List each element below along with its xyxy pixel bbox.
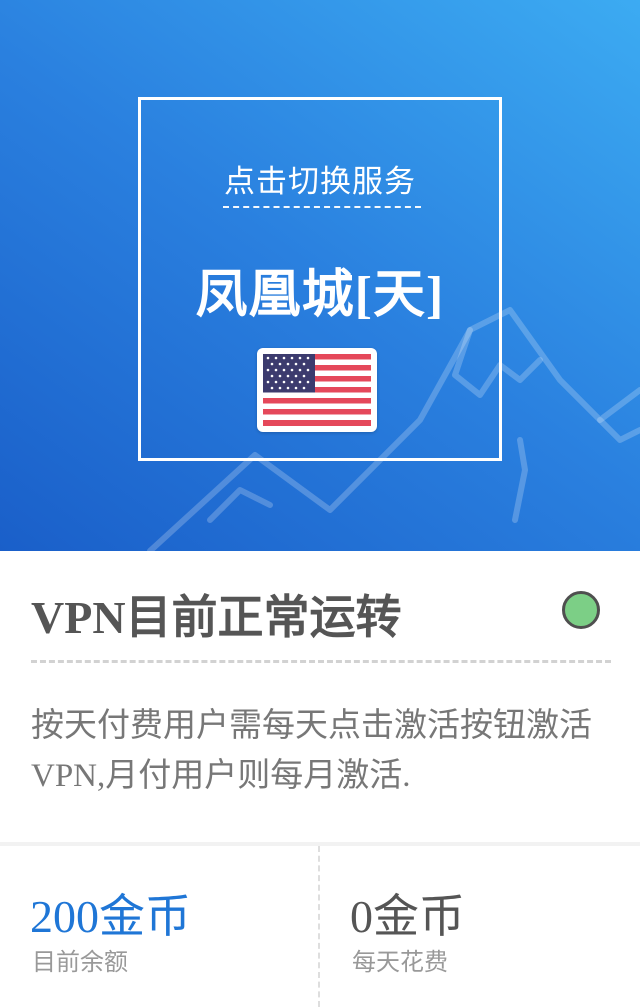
dashed-divider (223, 206, 421, 208)
daily-cost-value: 0金币 (350, 891, 465, 942)
us-flag-icon (257, 348, 377, 432)
balance-value: 200金币 (30, 891, 191, 942)
hero-banner: 点击切换服务 凤凰城[天] (0, 0, 640, 551)
activation-instructions: 按天付费用户需每天点击激活按钮激活VPN,月付用户则每月激活. (31, 708, 592, 794)
vpn-status-card: VPN目前正常运转 按天付费用户需每天点击激活按钮激活VPN,月付用户则每月激活… (0, 551, 640, 842)
balance-stat: 200金币 目前余额 (0, 846, 318, 1007)
dashed-divider (31, 660, 611, 663)
switch-service-label: 点击切换服务 (224, 164, 416, 199)
service-switch-button[interactable]: 点击切换服务 凤凰城[天] (138, 97, 502, 461)
server-name: 凤凰城[天] (195, 267, 445, 324)
daily-cost-label: 每天花费 (352, 948, 448, 976)
status-indicator-icon (562, 591, 600, 629)
vpn-status-title: VPN目前正常运转 (31, 592, 402, 643)
daily-cost-stat: 0金币 每天花费 (318, 846, 640, 1007)
stats-panel: 200金币 目前余额 0金币 每天花费 (0, 846, 640, 1007)
balance-label: 目前余额 (32, 948, 128, 976)
